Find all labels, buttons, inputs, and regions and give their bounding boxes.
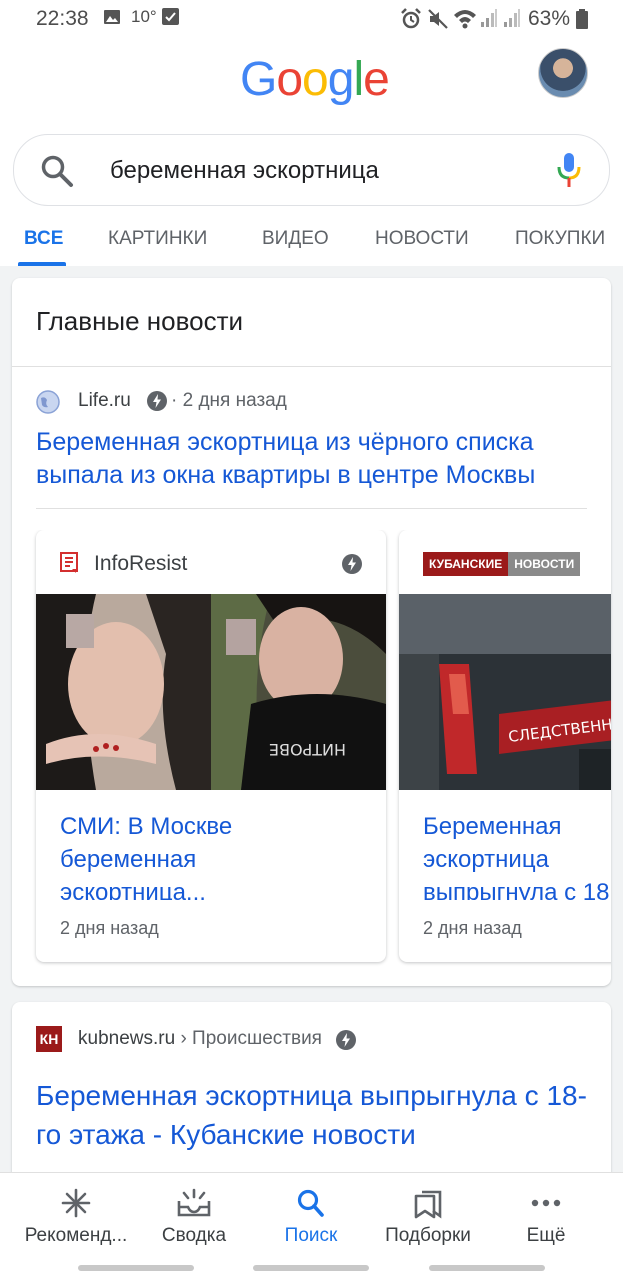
news-carousel[interactable]: InfoResist НИТРОВЕ СМИ: В Москве беремен…	[12, 530, 611, 970]
kubnews-favicon: КН	[36, 1026, 62, 1052]
news-card-publisher: InfoResist	[94, 552, 188, 575]
account-avatar[interactable]	[538, 48, 588, 98]
signal-icon-2	[504, 9, 520, 27]
search-bar[interactable]: беременная эскортница	[13, 134, 610, 206]
nav-discover[interactable]: Рекоменд...	[14, 1173, 138, 1259]
search-tabs: ВСЕ КАРТИНКИ ВИДЕО НОВОСТИ ПОКУПКИ	[0, 224, 623, 266]
amp-icon	[336, 1030, 356, 1050]
nav-collections[interactable]: Подборки	[366, 1173, 490, 1259]
nav-updates-label: Сводка	[161, 1225, 227, 1246]
google-logo[interactable]: Google	[240, 52, 390, 107]
nav-collections-label: Подборки	[385, 1225, 471, 1246]
news-card-time: 2 дня назад	[60, 918, 159, 938]
news-photo: СЛЕДСТВЕННЫЙ	[399, 594, 611, 790]
news-card[interactable]: InfoResist НИТРОВЕ СМИ: В Москве беремен…	[36, 530, 386, 962]
nav-search-label: Поиск	[284, 1225, 338, 1246]
result-headline-link[interactable]: Беременная эскортница выпрыгнула с 18-го…	[36, 1076, 596, 1154]
inforesist-logo-icon	[60, 552, 78, 573]
inbox-sparkle-icon	[177, 1188, 211, 1217]
lead-headline-link[interactable]: Беременная эскортница из чёрного списка …	[36, 426, 596, 492]
tab-images[interactable]: КАРТИНКИ	[108, 228, 207, 250]
nav-more[interactable]: Ещё	[484, 1173, 608, 1259]
result-breadcrumb: › Происшествия	[180, 1028, 322, 1049]
svg-text:НИТРОВЕ: НИТРОВЕ	[269, 740, 346, 759]
result-domain: kubnews.ru	[78, 1028, 176, 1049]
check-notification-icon	[162, 8, 179, 25]
search-icon[interactable]	[40, 154, 74, 188]
gesture-bar	[429, 1265, 545, 1271]
tab-video[interactable]: ВИДЕО	[262, 228, 329, 250]
battery-percent: 63%	[528, 7, 571, 30]
tab-all[interactable]: ВСЕ	[24, 228, 63, 250]
divider	[36, 508, 587, 509]
kubnews-logo: КУБАНСКИЕ НОВОСТИ	[423, 552, 581, 576]
more-icon	[531, 1199, 561, 1207]
top-stories-card: Главные новости Life.ru · 2 дня назад Бе…	[12, 278, 611, 986]
news-card[interactable]: КУБАНСКИЕ НОВОСТИ СЛЕДСТВЕННЫЙ Беременная…	[399, 530, 611, 962]
news-card-header: КУБАНСКИЕ НОВОСТИ	[399, 530, 611, 594]
result-source: kubnews.ru › Происшествия	[78, 1028, 322, 1050]
globe-icon	[36, 390, 60, 414]
search-input[interactable]: беременная эскортница	[110, 157, 379, 185]
gesture-bar	[78, 1265, 194, 1271]
nav-more-label: Ещё	[526, 1225, 566, 1246]
status-bar: 22:38 10° 63%	[0, 0, 623, 38]
news-photo: НИТРОВЕ	[36, 594, 386, 790]
tab-shopping[interactable]: ПОКУПКИ	[515, 228, 605, 250]
news-card-title[interactable]: СМИ: В Москве беременная эскортница...	[60, 810, 380, 900]
signal-icon-1	[481, 9, 497, 27]
news-card-header: InfoResist	[36, 530, 386, 594]
bottom-navigation: Рекоменд... Сводка Поиск Подборки Ещё	[0, 1172, 623, 1281]
lead-time: · 2 дня назад	[171, 390, 287, 411]
mute-icon	[428, 9, 448, 29]
lead-source-name: Life.ru	[78, 390, 131, 411]
amp-icon	[342, 554, 362, 574]
news-card-title[interactable]: Беременная эскортница выпрыгнула с 18	[423, 810, 611, 900]
tab-news[interactable]: НОВОСТИ	[375, 228, 469, 250]
amp-icon	[147, 391, 167, 411]
top-stories-title: Главные новости	[36, 306, 244, 336]
wifi-icon	[454, 10, 476, 29]
weather-temp: 10°	[131, 7, 157, 26]
gesture-bar	[253, 1265, 369, 1271]
nav-search[interactable]: Поиск	[249, 1173, 373, 1259]
news-card-time: 2 дня назад	[423, 918, 522, 938]
collections-icon	[414, 1190, 442, 1219]
mic-icon[interactable]	[556, 152, 582, 188]
nav-discover-label: Рекоменд...	[24, 1225, 128, 1246]
asterisk-icon	[61, 1188, 91, 1218]
divider	[12, 366, 611, 367]
search-icon	[297, 1189, 324, 1217]
gallery-notification-icon	[104, 10, 120, 24]
battery-icon	[576, 9, 588, 29]
search-header: Google беременная эскортница ВСЕ КАРТИНК…	[0, 38, 623, 266]
alarm-icon	[401, 8, 421, 29]
status-time: 22:38	[36, 7, 89, 30]
active-tab-indicator	[18, 262, 66, 266]
nav-updates[interactable]: Сводка	[132, 1173, 256, 1259]
